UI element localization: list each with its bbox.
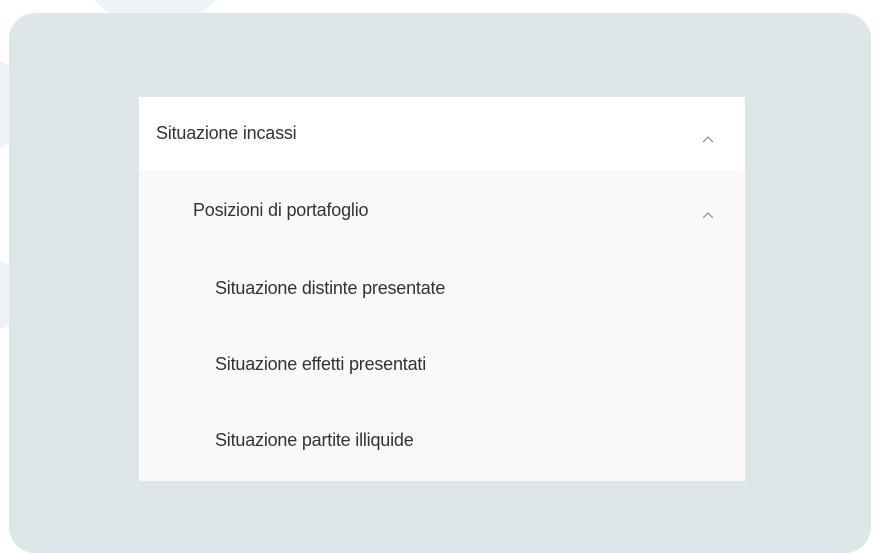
menu-section-situazione-incassi[interactable]: Situazione incassi	[139, 97, 745, 170]
menu-section-label: Situazione incassi	[156, 123, 297, 143]
chevron-up-icon[interactable]	[701, 128, 715, 142]
menu-subsection-posizioni-di-portafoglio[interactable]: Posizioni di portafoglio	[139, 170, 745, 250]
menu-item-label: Situazione distinte presentate	[215, 277, 446, 298]
menu-item-situazione-effetti-presentati[interactable]: Situazione effetti presentati	[139, 326, 745, 402]
accordion-menu: Situazione incassi Posizioni di portafog…	[139, 97, 745, 481]
menu-item-situazione-distinte-presentate[interactable]: Situazione distinte presentate	[139, 250, 745, 326]
chevron-up-icon[interactable]	[701, 204, 715, 219]
menu-item-label: Situazione effetti presentati	[215, 353, 427, 374]
menu-item-label: Situazione partite illiquide	[215, 429, 414, 450]
menu-item-situazione-partite-illiquide[interactable]: Situazione partite illiquide	[139, 402, 745, 478]
menu-subsection-label: Posizioni di portafoglio	[193, 199, 369, 220]
